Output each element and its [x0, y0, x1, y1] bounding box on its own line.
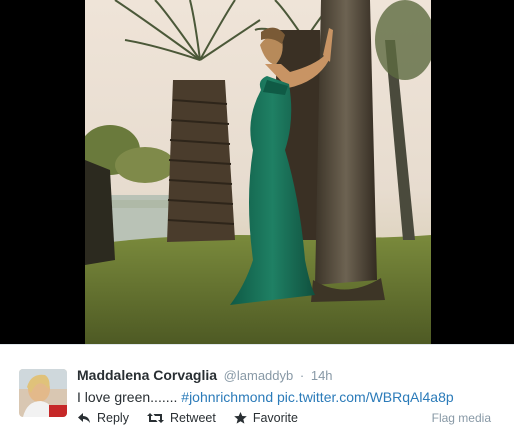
tweet-timestamp[interactable]: 14h	[311, 368, 333, 383]
favorite-label: Favorite	[252, 411, 298, 425]
author-username[interactable]: @lamaddyb	[224, 368, 294, 383]
retweet-label: Retweet	[169, 411, 216, 425]
reply-arrow-icon	[78, 413, 90, 423]
hashtag-link[interactable]: #johnrichmond	[181, 389, 273, 405]
tweet-actions: Reply Retweet Favorite	[77, 411, 316, 425]
star-icon	[234, 412, 247, 424]
tweet-card: Maddalena Corvaglia @lamaddyb · 14h I lo…	[0, 344, 514, 446]
tweet-media[interactable]	[0, 0, 514, 344]
avatar[interactable]	[19, 369, 67, 417]
reply-button[interactable]: Reply	[77, 411, 129, 425]
tweet-photo[interactable]	[85, 0, 431, 344]
tweet-header: Maddalena Corvaglia @lamaddyb · 14h	[77, 367, 333, 383]
flag-media-link[interactable]: Flag media	[432, 411, 491, 425]
tweet-body: I love green.......	[77, 389, 178, 405]
reply-label: Reply	[97, 411, 129, 425]
retweet-button[interactable]: Retweet	[146, 411, 216, 425]
separator-dot: ·	[299, 368, 305, 383]
favorite-button[interactable]: Favorite	[234, 411, 298, 425]
author-fullname[interactable]: Maddalena Corvaglia	[77, 367, 217, 383]
retweet-icon	[146, 413, 164, 423]
tweet-text: I love green....... #johnrichmond pic.tw…	[77, 389, 454, 405]
media-link[interactable]: pic.twitter.com/WBRqAl4a8p	[277, 389, 454, 405]
